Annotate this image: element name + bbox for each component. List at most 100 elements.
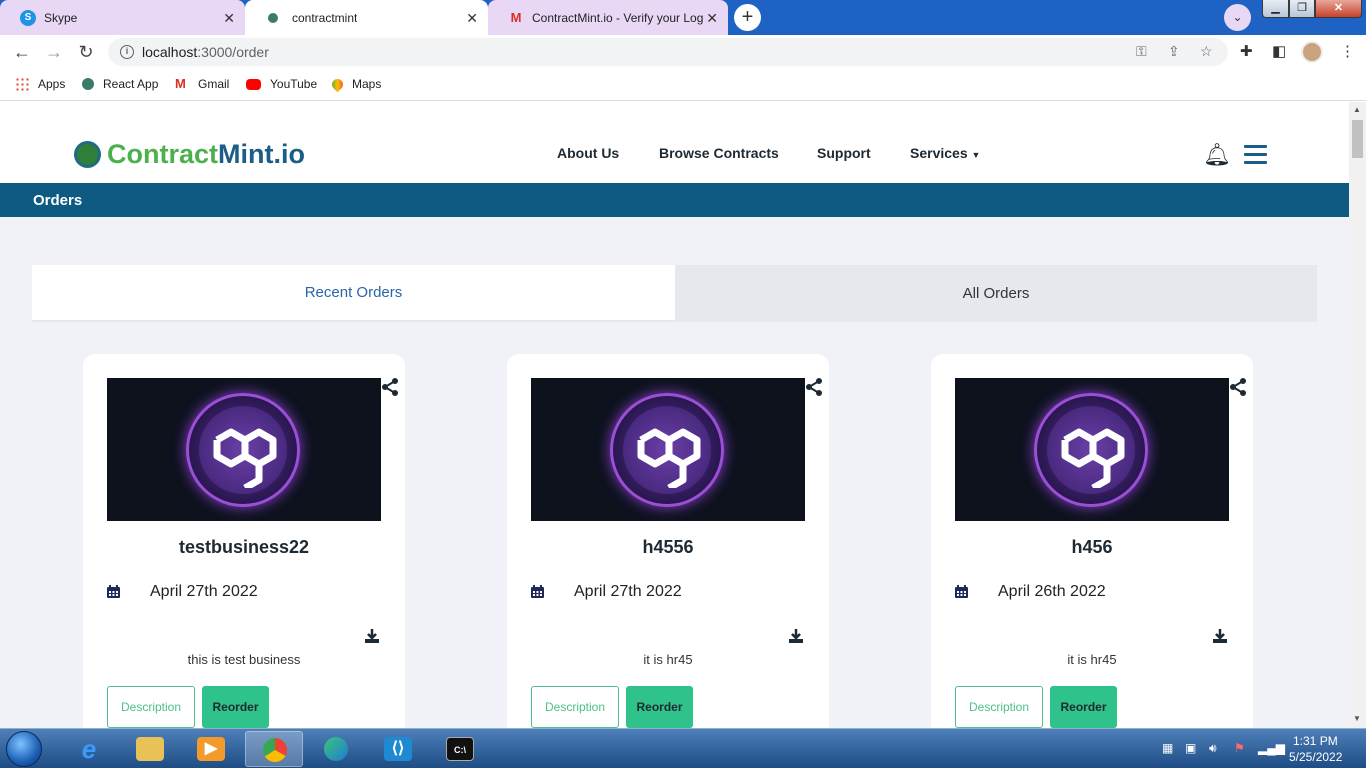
page-title: Orders: [33, 192, 83, 209]
close-tab-icon[interactable]: ✕: [466, 10, 478, 27]
bookmark-react-app[interactable]: React App: [82, 77, 158, 91]
share-icon[interactable]: [1229, 378, 1247, 401]
taskbar-internet-explorer[interactable]: e: [60, 731, 118, 767]
site-info-icon[interactable]: i: [120, 45, 134, 59]
close-tab-icon[interactable]: ✕: [223, 10, 235, 27]
tab-search-chevron-icon[interactable]: ⌄: [1224, 4, 1251, 31]
browser-tab-contractmint[interactable]: contractmint ✕: [245, 0, 488, 35]
bookmark-maps[interactable]: Maps: [329, 76, 381, 92]
site-header: Contract Mint.io About Us Browse Contract…: [0, 102, 1349, 183]
share-page-icon[interactable]: ⇪: [1168, 43, 1180, 60]
taskbar-file-explorer[interactable]: [121, 731, 179, 767]
extensions-puzzle-icon[interactable]: ✚: [1240, 42, 1253, 60]
browser-toolbar: ← → ↻ i localhost:3000/order ⚿ ⇪ ☆ ✚ ◧ ⋮: [0, 35, 1366, 69]
bookmark-label: React App: [103, 77, 159, 91]
gmail-icon: M: [510, 10, 522, 25]
taskbar-chrome[interactable]: [245, 731, 303, 767]
network-tray-icon[interactable]: ▦: [1162, 741, 1173, 755]
browser-tab-skype[interactable]: S Skype ✕: [0, 0, 245, 35]
tab-all-orders[interactable]: All Orders: [675, 265, 1317, 322]
download-icon[interactable]: [789, 629, 803, 643]
reorder-button[interactable]: Reorder: [626, 686, 693, 728]
bookmark-label: YouTube: [270, 77, 318, 91]
nav-support[interactable]: Support: [817, 145, 871, 161]
description-button[interactable]: Description: [107, 686, 195, 728]
order-description: it is hr45: [643, 652, 693, 667]
taskbar-media-player[interactable]: ▶: [182, 731, 240, 767]
vscode-icon: ⟨⟩: [384, 737, 412, 761]
page-scrollbar[interactable]: ▲ ▼: [1349, 102, 1366, 728]
order-card: h456 April 26th 2022 it is hr45 Descript…: [931, 354, 1253, 728]
notification-bell-icon[interactable]: 🔔︎: [1203, 142, 1231, 168]
url-host: localhost: [142, 44, 198, 60]
clock-time[interactable]: 1:31 PM: [1293, 734, 1338, 748]
skype-icon: S: [20, 9, 36, 26]
volume-icon[interactable]: 🔊︎: [1209, 741, 1217, 756]
nav-services-label: Services: [910, 145, 968, 161]
forward-arrow-icon[interactable]: →: [42, 40, 66, 64]
chrome-icon: [263, 738, 287, 762]
clock-date[interactable]: 5/25/2022: [1289, 750, 1342, 764]
share-icon[interactable]: [805, 378, 823, 401]
order-title: h4556: [642, 537, 694, 557]
new-tab-button[interactable]: +: [734, 4, 761, 31]
start-button[interactable]: [6, 731, 42, 767]
edge-icon: [324, 737, 348, 761]
taskbar-edge[interactable]: [307, 731, 365, 767]
device-tray-icon[interactable]: ▣: [1185, 741, 1196, 755]
logo-mark-icon: [74, 141, 101, 168]
taskbar-cmd[interactable]: C:\: [431, 731, 489, 767]
order-date: April 26th 2022: [998, 583, 1106, 600]
scrollbar-thumb[interactable]: [1352, 120, 1363, 158]
caret-down-icon: ▼: [971, 150, 981, 160]
site-logo[interactable]: Contract Mint.io: [74, 139, 305, 170]
tab-recent-orders[interactable]: Recent Orders: [32, 265, 675, 322]
address-bar[interactable]: i localhost:3000/order ⚿ ⇪ ☆: [108, 38, 1228, 66]
react-app-icon: [82, 78, 94, 90]
minimize-button[interactable]: ▁: [1262, 0, 1289, 18]
reorder-button[interactable]: Reorder: [202, 686, 269, 728]
nav-about-us[interactable]: About Us: [557, 145, 619, 161]
hamburger-menu-icon[interactable]: [1244, 145, 1267, 165]
reorder-button[interactable]: Reorder: [1050, 686, 1117, 728]
bookmark-gmail[interactable]: M Gmail: [175, 76, 229, 92]
side-panel-icon[interactable]: ◧: [1272, 42, 1286, 60]
description-button[interactable]: Description: [531, 686, 619, 728]
tab-title: contractmint: [292, 10, 358, 25]
url-path: :3000/order: [197, 44, 269, 60]
file-explorer-icon: [136, 737, 164, 761]
maps-icon: [329, 76, 346, 92]
apps-grid-icon: [15, 77, 29, 91]
key-icon[interactable]: ⚿: [1136, 43, 1147, 60]
calendar-icon: [531, 585, 544, 598]
browser-tab-strip: S Skype ✕ contractmint ✕ M ContractMint.…: [0, 0, 1366, 35]
nav-browse-contracts[interactable]: Browse Contracts: [659, 145, 779, 161]
order-description: it is hr45: [1067, 652, 1117, 667]
close-window-button[interactable]: ✕: [1315, 0, 1362, 18]
contractmint-favicon: [268, 12, 278, 23]
scroll-down-arrow-icon[interactable]: ▼: [1353, 714, 1361, 723]
action-center-icon[interactable]: ⚑: [1234, 741, 1245, 755]
back-arrow-icon[interactable]: ←: [10, 40, 34, 64]
logo-text-part1: Contract: [107, 139, 219, 169]
reload-icon[interactable]: ↻: [74, 40, 98, 64]
scroll-up-arrow-icon[interactable]: ▲: [1353, 105, 1361, 114]
gmail-icon: M: [175, 76, 186, 91]
browser-tab-gmail[interactable]: M ContractMint.io - Verify your Log ✕: [488, 0, 728, 35]
bookmark-youtube[interactable]: YouTube: [246, 77, 317, 91]
bookmark-label: Apps: [38, 77, 66, 91]
close-tab-icon[interactable]: ✕: [706, 10, 718, 27]
taskbar-vscode[interactable]: ⟨⟩: [369, 731, 427, 767]
bookmark-star-icon[interactable]: ☆: [1200, 43, 1213, 60]
description-button[interactable]: Description: [955, 686, 1043, 728]
kebab-menu-icon[interactable]: ⋮: [1340, 42, 1355, 60]
maximize-button[interactable]: ❐: [1289, 0, 1315, 18]
download-icon[interactable]: [1213, 629, 1227, 643]
nav-services-dropdown[interactable]: Services ▼: [910, 145, 980, 161]
polygon-logo-image: [955, 378, 1229, 521]
share-icon[interactable]: [381, 378, 399, 401]
signal-icon[interactable]: ▂▄▆: [1258, 741, 1285, 755]
profile-avatar[interactable]: [1301, 41, 1323, 63]
bookmark-apps[interactable]: Apps: [15, 77, 65, 91]
download-icon[interactable]: [365, 629, 379, 643]
